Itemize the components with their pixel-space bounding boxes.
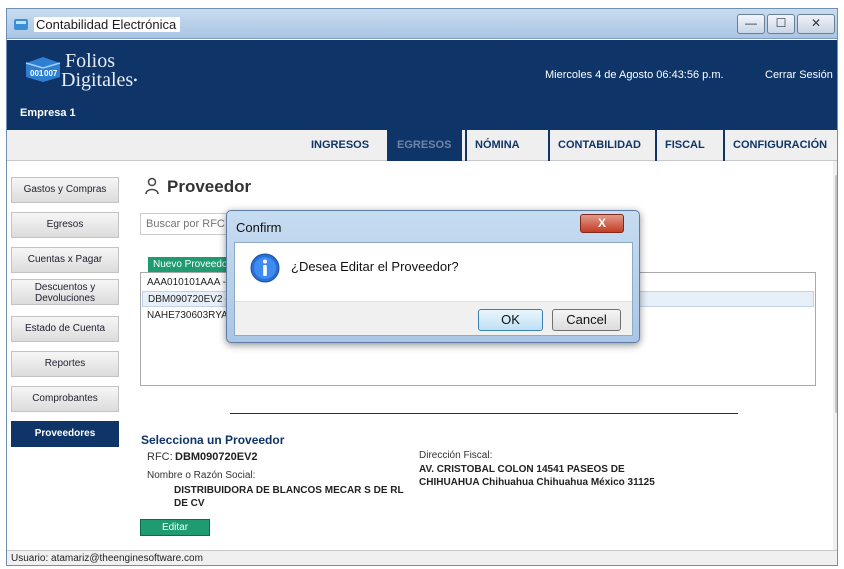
- edit-button[interactable]: Editar: [140, 519, 210, 536]
- logo-icon: 001 007: [25, 57, 61, 82]
- sidebar-item-reportes[interactable]: Reportes: [11, 351, 119, 377]
- sidebar-item-comprobantes[interactable]: Comprobantes: [11, 386, 119, 412]
- status-bar: Usuario: atamariz@theenginesoftware.com: [7, 550, 837, 565]
- scrollbar-thumb[interactable]: [835, 175, 837, 413]
- person-icon: [145, 177, 159, 195]
- window-title: Contabilidad Electrónica: [34, 17, 181, 32]
- logout-link[interactable]: Cerrar Sesión: [765, 69, 833, 81]
- minimize-button[interactable]: —: [737, 14, 765, 34]
- sidebar-item-cuentas-pagar[interactable]: Cuentas x Pagar: [11, 247, 119, 273]
- business-name-value: DISTRIBUIDORA DE BLANCOS MECAR S DE RL D…: [174, 485, 404, 509]
- svg-text:007: 007: [44, 69, 58, 78]
- confirm-dialog: Confirm X ¿Desea Editar el Proveedor? OK…: [226, 210, 640, 343]
- ok-button[interactable]: OK: [478, 309, 543, 331]
- sidebar-item-estado-cuenta[interactable]: Estado de Cuenta: [11, 316, 119, 342]
- window-titlebar[interactable]: Contabilidad Electrónica — ☐ ✕: [7, 9, 837, 39]
- svg-text:001: 001: [30, 69, 44, 78]
- logo-line-2: Digitales•: [61, 69, 138, 91]
- nav-configuracion[interactable]: CONFIGURACIÓN: [723, 130, 827, 161]
- rfc-label: RFC:: [147, 451, 173, 463]
- fiscal-address-value: AV. CRISTOBAL COLON 14541 PASEOS DE CHIH…: [419, 464, 655, 488]
- nav-ingresos[interactable]: INGRESOS: [303, 130, 369, 161]
- dialog-title: Confirm: [236, 220, 282, 235]
- sidebar-item-gastos-compras[interactable]: Gastos y Compras: [11, 177, 119, 203]
- business-name-label: Nombre o Razón Social:: [147, 470, 256, 481]
- datetime-label: Miercoles 4 de Agosto 06:43:56 p.m.: [545, 69, 724, 81]
- company-name: Empresa 1: [20, 107, 76, 119]
- sidebar-item-label-line1: Descuentos y: [34, 282, 96, 293]
- sidebar-item-proveedores[interactable]: Proveedores: [11, 421, 119, 447]
- nav-contabilidad[interactable]: CONTABILIDAD: [548, 130, 641, 161]
- info-icon: [250, 253, 280, 283]
- nav-nomina[interactable]: NÓMINA: [465, 130, 520, 161]
- maximize-button[interactable]: ☐: [767, 14, 795, 34]
- cancel-button[interactable]: Cancel: [552, 309, 621, 331]
- sidebar-item-egresos[interactable]: Egresos: [11, 212, 119, 238]
- sidebar-item-label-line2: Devoluciones: [34, 293, 96, 304]
- main-nav: INGRESOS EGRESOS NÓMINA CONTABILIDAD FIS…: [7, 130, 837, 161]
- window-close-button[interactable]: ✕: [797, 14, 835, 34]
- nav-egresos[interactable]: EGRESOS: [387, 130, 462, 161]
- section-divider: [230, 413, 738, 414]
- page-title: Proveedor: [167, 177, 252, 196]
- app-header: 001 007 Folios Digitales• Empresa 1 Mier…: [7, 40, 837, 130]
- logo-text: Folios Digitales•: [61, 51, 137, 90]
- dialog-body: ¿Desea Editar el Proveedor? OK Cancel: [234, 242, 633, 336]
- dialog-message: ¿Desea Editar el Proveedor?: [291, 259, 459, 274]
- fiscal-address-label: Dirección Fiscal:: [419, 450, 493, 461]
- nav-fiscal[interactable]: FISCAL: [655, 130, 705, 161]
- dialog-footer: OK Cancel: [235, 301, 632, 335]
- sidebar-item-descuentos-devoluciones[interactable]: Descuentos y Devoluciones: [11, 279, 119, 305]
- app-icon: [14, 19, 28, 30]
- rfc-value: DBM090720EV2: [175, 451, 258, 463]
- selected-provider-title: Selecciona un Proveedor: [141, 433, 285, 447]
- dialog-close-button[interactable]: X: [580, 214, 624, 233]
